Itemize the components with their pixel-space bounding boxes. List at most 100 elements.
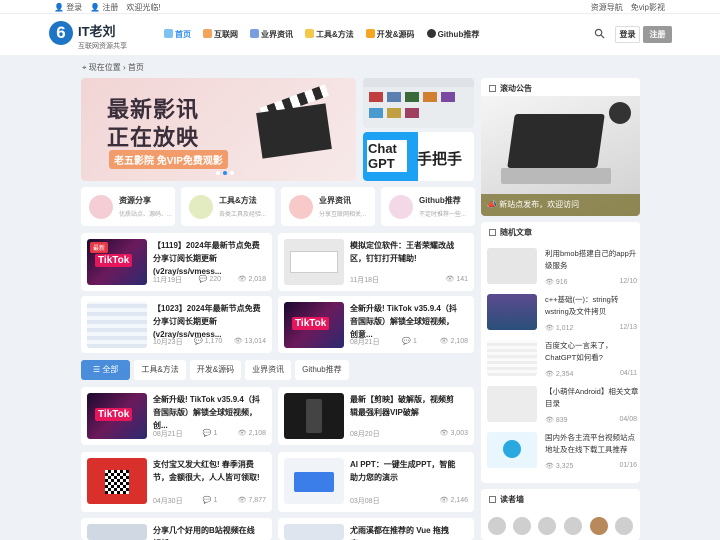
widget-title: 读者墙: [489, 494, 524, 505]
article-date: 04/08: [619, 416, 637, 423]
internet-icon: [203, 29, 212, 38]
laptop-keyboard: [501, 168, 611, 184]
nav-github[interactable]: Github推荐: [426, 29, 479, 40]
tab-dev[interactable]: 开发&源码: [189, 360, 242, 380]
list-post[interactable]: 尤雨溪都在推荐的 Vue 拖拽库!: [278, 518, 474, 540]
site-logo[interactable]: 6: [49, 21, 73, 45]
nav-home[interactable]: 首页: [164, 29, 191, 40]
reader-avatar[interactable]: [538, 517, 556, 535]
featured-post[interactable]: TikTok 全新升级! TikTok v35.9.4（抖音国际版）解锁全球短视…: [278, 296, 474, 353]
reader-avatar[interactable]: [564, 517, 582, 535]
comment-count: 💬 1: [202, 430, 218, 437]
list-post[interactable]: 分享几个好用的B站视频在线解析: [81, 518, 272, 540]
post-title[interactable]: 【1023】2024年最新节点免费分享订阅长期更新(v2ray/ss/vmess…: [153, 302, 261, 341]
carousel-dot-active[interactable]: [223, 171, 227, 175]
side-banner-top[interactable]: [363, 78, 474, 128]
post-title[interactable]: 模拟定位软件：王者荣耀改战区，钉钉打开辅助!: [350, 239, 458, 265]
location-icon: ⌖: [82, 63, 87, 72]
view-count: 👁 2,108: [439, 338, 468, 345]
random-article[interactable]: 利用bmob搭建自己的app升级服务 👁 916 12/10: [487, 248, 637, 296]
login-link[interactable]: 👤 登录: [54, 2, 82, 13]
laptop-screen: [507, 114, 605, 168]
login-button[interactable]: 登录: [615, 26, 640, 43]
carousel-dot[interactable]: [230, 171, 234, 175]
view-count: 👁 916: [545, 279, 568, 286]
nav-internet[interactable]: 互联网: [203, 29, 238, 40]
carousel-dots: [216, 171, 234, 175]
post-thumbnail: [87, 458, 147, 504]
side-banner-chatgpt[interactable]: Chat GPT 手把手: [363, 132, 474, 181]
post-title[interactable]: 全新升级! TikTok v35.9.4（抖音国际版）解锁全球短视频，创...: [153, 393, 261, 432]
post-meta: 11月18日 👁 141: [350, 276, 468, 284]
featured-post[interactable]: TikTok 最新 【1119】2024年最新节点免费分享订阅长期更新(v2ray…: [81, 233, 272, 291]
banner-tag: 老五影院 免VIP免费观影: [109, 150, 228, 169]
carousel-dot[interactable]: [216, 171, 220, 175]
handbook-text: 手把手: [417, 151, 463, 168]
category-circle: [89, 195, 113, 219]
announcement-caption: 📣 新站点发布，欢迎访问: [481, 194, 640, 216]
comment-count: 💬 1,170: [194, 338, 223, 345]
category-card[interactable]: 资源分享 优质站点、源码、...: [81, 187, 175, 226]
post-thumbnail: TikTok: [87, 393, 147, 439]
vip-video-link[interactable]: 免vip影视: [631, 2, 665, 13]
post-title[interactable]: 支付宝又发大红包! 春季消费节，金额很大，人人皆可领取!: [153, 458, 261, 484]
random-articles-widget: 随机文章 利用bmob搭建自己的app升级服务 👁 916 12/10 c++基…: [481, 222, 640, 483]
list-post[interactable]: 支付宝又发大红包! 春季消费节，金额很大，人人皆可领取! 04月30日 💬 1 👁 …: [81, 452, 272, 512]
post-title[interactable]: 全新升级! TikTok v35.9.4（抖音国际版）解锁全球短视频，创意...: [350, 302, 458, 341]
random-article[interactable]: c++基础(一)：string转wstring及文件拷贝 👁 1,012 12/…: [487, 294, 637, 342]
comment-count: 💬 1: [202, 497, 218, 504]
tab-github[interactable]: Github推荐: [295, 360, 349, 380]
tab-all[interactable]: ☰ 全部: [81, 360, 131, 380]
chatgpt-text: Chat GPT: [367, 140, 407, 172]
resource-nav-link[interactable]: 资源导航: [591, 2, 623, 13]
thumb-block: [387, 92, 401, 102]
post-title[interactable]: 分享几个好用的B站视频在线解析: [153, 524, 261, 540]
post-meta: 11月19日 💬 220 👁 2,018: [153, 276, 266, 284]
nav-tools[interactable]: 工具&方法: [305, 29, 354, 40]
nav-dev-source[interactable]: 开发&源码: [365, 29, 415, 40]
article-thumbnail: [487, 432, 537, 468]
welcome-text: 欢迎光临!: [126, 3, 161, 12]
reader-avatar[interactable]: [513, 517, 531, 535]
tab-news[interactable]: 业界资讯: [245, 360, 292, 380]
category-card[interactable]: Github推荐 不定时推荐一些...: [381, 187, 475, 226]
announcement-widget: 滚动公告 📣 新站点发布，欢迎访问: [481, 78, 640, 216]
post-title[interactable]: 最新【剪映】破解版，视频剪辑最强利器VIP破解: [350, 393, 458, 419]
post-title[interactable]: AI PPT：一键生成PPT，智能助力您的演示: [350, 458, 458, 484]
reader-avatar[interactable]: [590, 517, 608, 535]
category-card[interactable]: 业界资讯 分享互联网相关...: [281, 187, 375, 226]
list-post[interactable]: 最新【剪映】破解版，视频剪辑最强利器VIP破解 08月20日 👁 3,003: [278, 387, 474, 445]
post-meta: 08月20日 👁 3,003: [350, 430, 468, 438]
code-icon: [365, 29, 375, 38]
random-article[interactable]: 【小萌伴Android】相关文章目录 👁 839 04/08: [487, 386, 638, 434]
qr-code-icon: [105, 470, 129, 494]
featured-post[interactable]: 【1023】2024年最新节点免费分享订阅长期更新(v2ray/ss/vmess…: [81, 296, 272, 353]
random-article[interactable]: 国内外各主流平台视频站点地址及在线下载工具推荐 👁 3,325 01/16: [487, 432, 637, 480]
nav-industry-news[interactable]: 业界资讯: [250, 29, 293, 40]
featured-post[interactable]: 模拟定位软件：王者荣耀改战区，钉钉打开辅助! 11月18日 👁 141: [278, 233, 474, 291]
category-card[interactable]: 工具&方法 各类工具及经验...: [181, 187, 275, 226]
post-title[interactable]: 【1119】2024年最新节点免费分享订阅长期更新(v2ray/ss/vmess…: [153, 239, 261, 278]
search-icon[interactable]: [594, 28, 605, 39]
random-article[interactable]: 百度文心一言来了，ChatGPT如何看? 👁 2,354 04/11: [487, 340, 637, 388]
site-header: 6 IT老刘 互联网资源共享 首页 互联网 业界资讯 工具&方法 开发&源码 G…: [0, 14, 720, 55]
brand[interactable]: IT老刘 互联网资源共享: [78, 21, 127, 51]
ppt-thumb: [294, 472, 334, 492]
post-thumbnail: [87, 524, 147, 540]
register-button[interactable]: 注册: [643, 26, 672, 43]
list-post[interactable]: TikTok 全新升级! TikTok v35.9.4（抖音国际版）解锁全球短视…: [81, 387, 272, 445]
hero-carousel[interactable]: 最新影讯 正在放映 老五影院 免VIP免费观影: [81, 78, 356, 181]
view-count: 👁 13,014: [233, 338, 266, 345]
register-link[interactable]: 👤 注册: [90, 2, 118, 13]
coffee-cup: [609, 102, 631, 124]
reader-avatar[interactable]: [488, 517, 506, 535]
list-post[interactable]: AI PPT：一键生成PPT，智能助力您的演示 03月08日 👁 2,146: [278, 452, 474, 512]
announcement-image[interactable]: 📣 新站点发布，欢迎访问: [481, 96, 640, 216]
tab-tools[interactable]: 工具&方法: [134, 360, 186, 380]
breadcrumb-home[interactable]: 首页: [128, 63, 144, 72]
browser-bar: [363, 78, 474, 87]
article-date: 12/10: [619, 278, 637, 285]
reader-avatar[interactable]: [615, 517, 633, 535]
banner-line2: 正在放映: [107, 125, 200, 150]
post-title[interactable]: 尤雨溪都在推荐的 Vue 拖拽库!: [350, 524, 458, 540]
